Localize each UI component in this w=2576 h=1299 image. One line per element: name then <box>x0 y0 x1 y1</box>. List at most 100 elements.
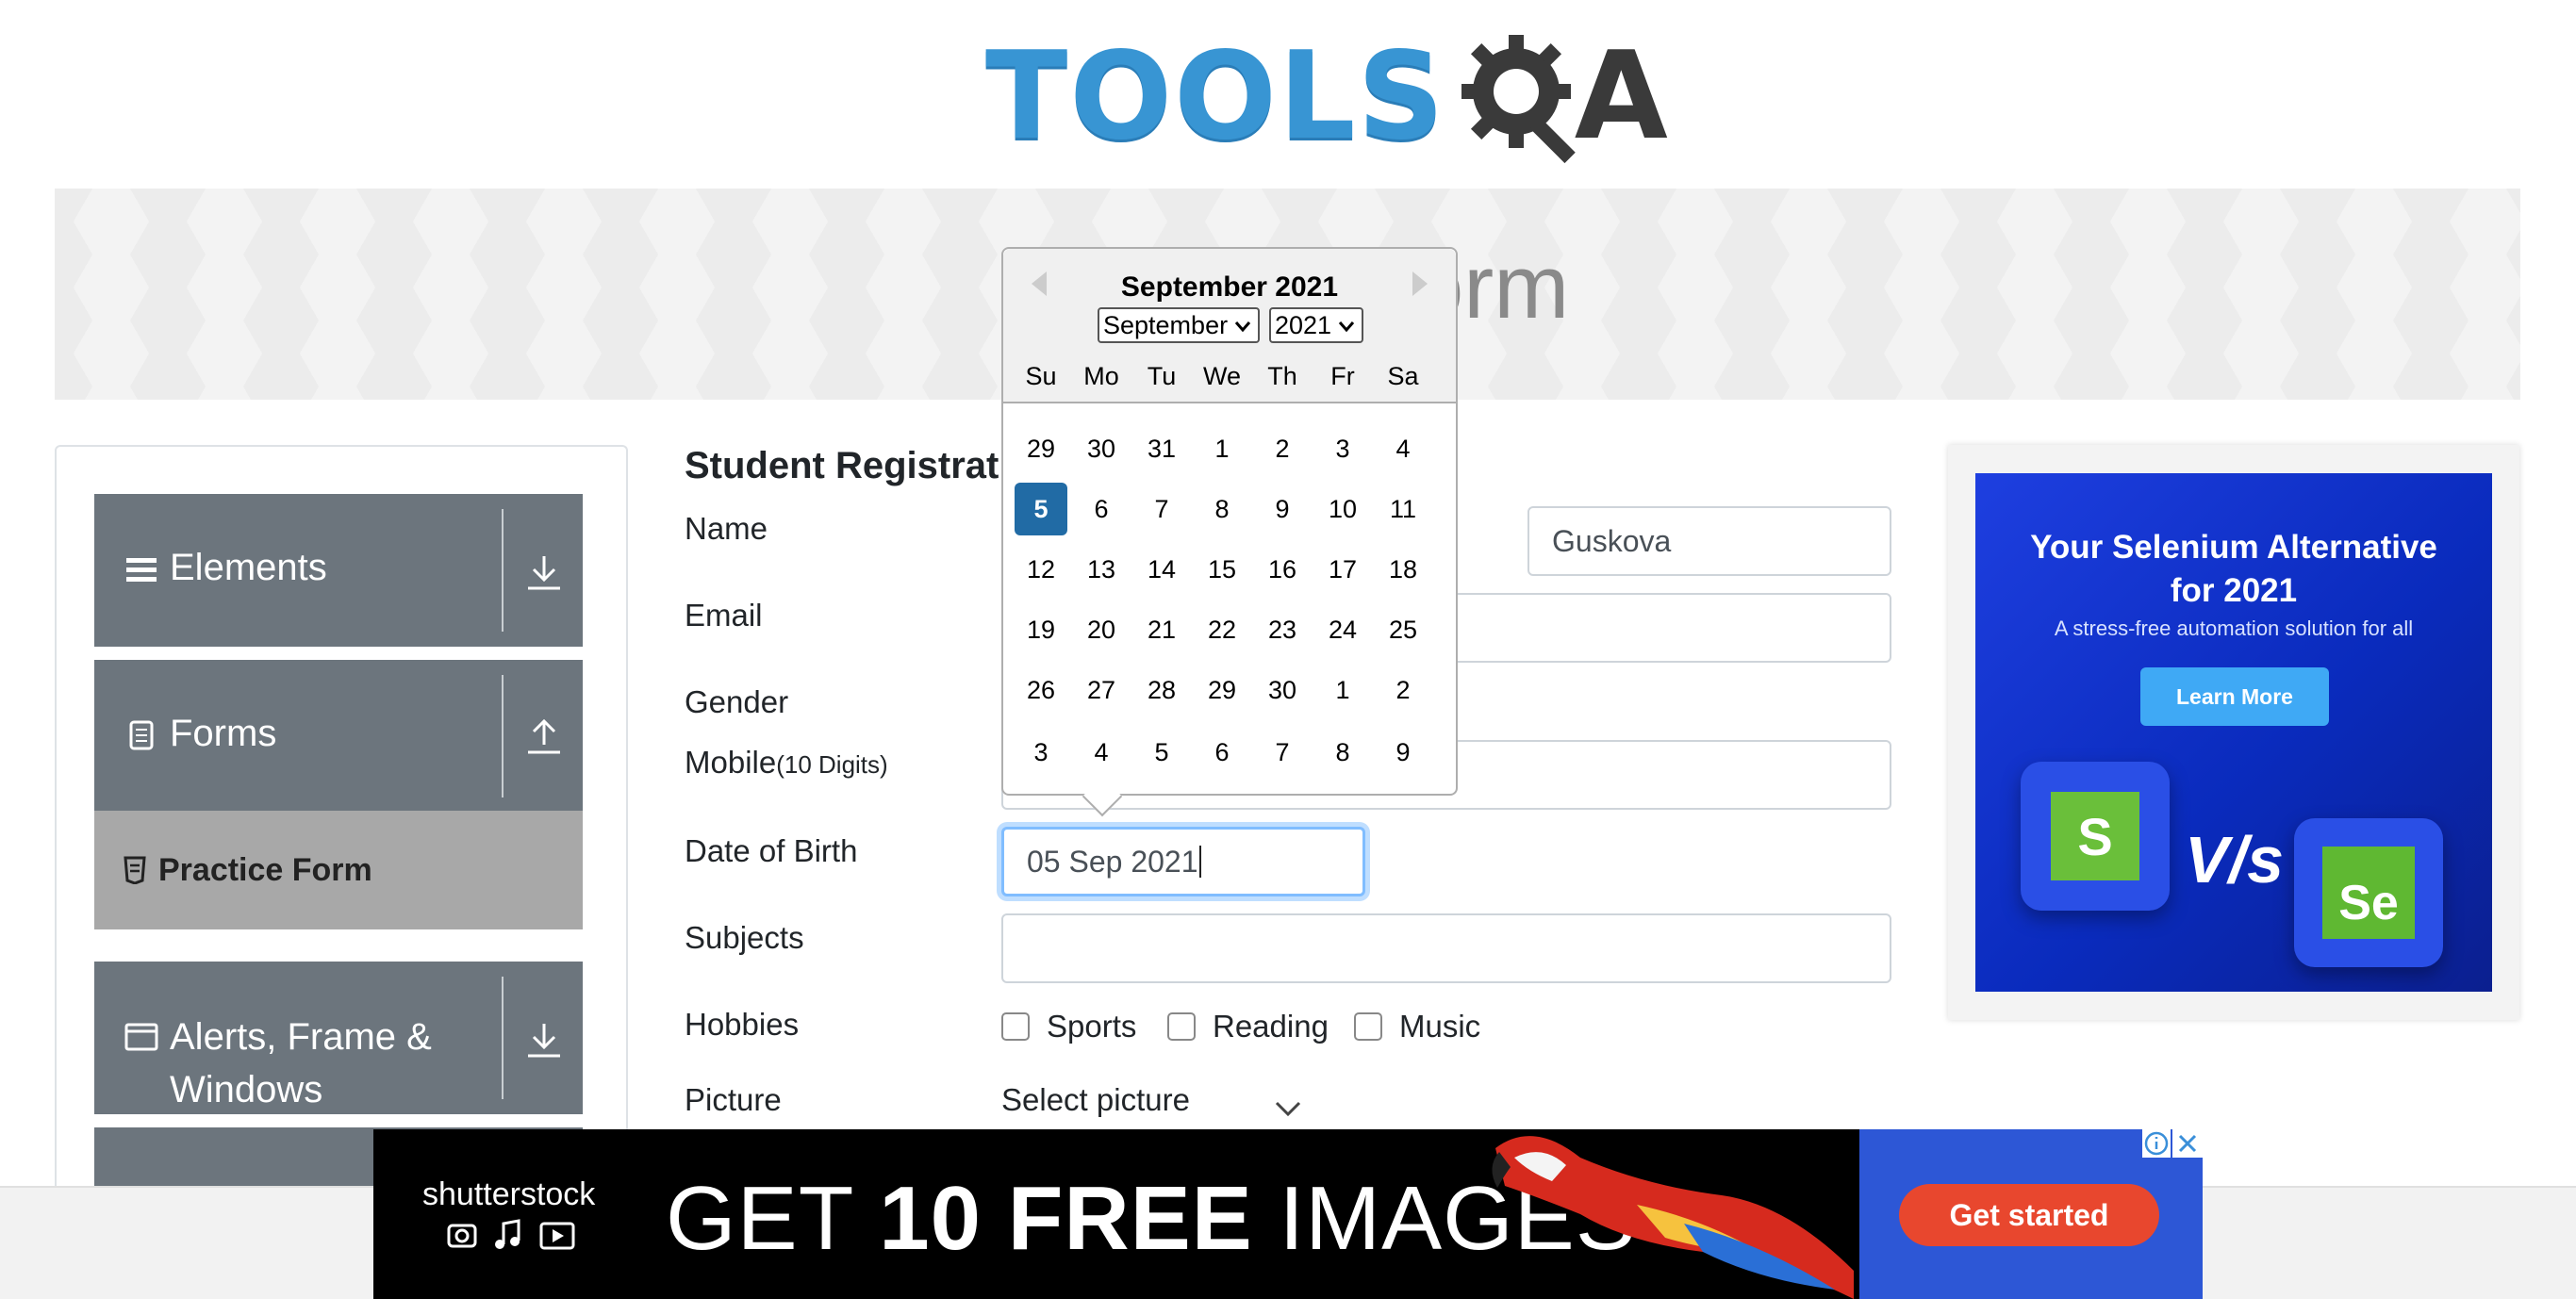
calendar-day[interactable]: 10 <box>1316 483 1369 535</box>
ad-right-tile: Se <box>2294 818 2443 967</box>
date-of-birth-input[interactable]: 05 Sep 2021 <box>1001 827 1365 896</box>
weekday-header: Th <box>1267 362 1297 390</box>
download-icon[interactable] <box>522 551 566 594</box>
calendar-day[interactable]: 20 <box>1075 603 1128 656</box>
calendar-day[interactable]: 16 <box>1256 543 1309 596</box>
last-name-input[interactable]: Guskova <box>1527 506 1891 576</box>
calendar-day[interactable]: 3 <box>1015 726 1067 779</box>
weekday-header: Tu <box>1147 362 1177 390</box>
calendar-day[interactable]: 21 <box>1135 603 1188 656</box>
calendar-day[interactable]: 29 <box>1196 664 1248 716</box>
calendar-day[interactable]: 6 <box>1075 483 1128 535</box>
calendar-day[interactable]: 30 <box>1256 664 1309 716</box>
calendar-day[interactable]: 3 <box>1316 422 1369 475</box>
calendar-day[interactable]: 19 <box>1015 603 1067 656</box>
calendar-day[interactable]: 9 <box>1377 726 1429 779</box>
chevron-down-icon[interactable] <box>1273 1093 1303 1124</box>
sidebar-item-practice-form[interactable]: Practice Form <box>94 811 583 929</box>
shutterstock-logo: shutterstock <box>422 1176 596 1212</box>
hobby-sports-checkbox[interactable]: Sports <box>1001 1009 1136 1044</box>
calendar-day[interactable]: 1 <box>1316 664 1369 716</box>
name-label: Name <box>685 511 768 546</box>
calendar-day[interactable]: 12 <box>1015 543 1067 596</box>
hamburger-icon <box>126 558 157 582</box>
calendar-day[interactable]: 13 <box>1075 543 1128 596</box>
calendar-day[interactable]: 8 <box>1196 483 1248 535</box>
calendar-day[interactable]: 7 <box>1256 726 1309 779</box>
checkbox-box[interactable] <box>1167 1012 1196 1041</box>
select-picture-button[interactable]: Select picture <box>1001 1082 1190 1118</box>
last-name-value: Guskova <box>1552 523 1672 558</box>
hobby-music-checkbox[interactable]: Music <box>1354 1009 1480 1044</box>
calendar-day[interactable]: 7 <box>1135 483 1188 535</box>
calendar-day[interactable]: 4 <box>1377 422 1429 475</box>
checkbox-box[interactable] <box>1001 1012 1030 1041</box>
calendar-day[interactable]: 5 <box>1015 483 1067 535</box>
calendar-day[interactable]: 24 <box>1316 603 1369 656</box>
dob-value: 05 Sep 2021 <box>1027 844 1198 879</box>
ad-close-icon[interactable] <box>2172 1129 2203 1158</box>
hobby-label: Music <box>1399 1009 1481 1044</box>
calendar-day[interactable]: 25 <box>1377 603 1429 656</box>
bottom-ad[interactable]: shutterstock GET 10 FREE IMAGES Get star… <box>373 1129 2203 1299</box>
year-select[interactable]: 2021 <box>1269 307 1363 343</box>
calendar-day[interactable]: 4 <box>1075 726 1128 779</box>
mobile-label-text: Mobile <box>685 745 777 780</box>
weekday-header: Su <box>1025 362 1057 390</box>
calendar-day[interactable]: 11 <box>1377 483 1429 535</box>
checkbox-box[interactable] <box>1354 1012 1382 1041</box>
sidebar-group-elements[interactable]: Elements <box>94 494 583 647</box>
chevron-down-icon <box>1338 321 1355 333</box>
year-select-value: 2021 <box>1275 310 1332 339</box>
calendar-day[interactable]: 17 <box>1316 543 1369 596</box>
right-ad[interactable]: Your Selenium Alternative for 2021 A str… <box>1975 473 2492 992</box>
ad-headline-pre: GET <box>666 1168 880 1269</box>
mobile-label: Mobile(10 Digits) <box>685 745 888 781</box>
month-select-value: September <box>1103 310 1229 339</box>
media-icons <box>447 1219 575 1250</box>
toolsqa-logo[interactable]: TOOLS A <box>985 26 1668 168</box>
calendar-day[interactable]: 14 <box>1135 543 1188 596</box>
text-cursor <box>1198 846 1201 878</box>
chevron-down-icon <box>1234 321 1251 333</box>
subjects-label: Subjects <box>685 920 804 955</box>
calendar-day[interactable]: 22 <box>1196 603 1248 656</box>
calendar-day[interactable]: 5 <box>1135 726 1188 779</box>
learn-more-button[interactable]: Learn More <box>2140 667 2329 726</box>
calendar-day[interactable]: 23 <box>1256 603 1309 656</box>
hobby-reading-checkbox[interactable]: Reading <box>1167 1009 1329 1044</box>
upload-icon[interactable] <box>522 715 566 758</box>
calendar-day[interactable]: 30 <box>1075 422 1128 475</box>
calendar-day[interactable]: 2 <box>1377 664 1429 716</box>
download-icon[interactable] <box>522 1018 566 1061</box>
date-picker-title: September 2021 <box>1120 271 1339 303</box>
calendar-day[interactable]: 18 <box>1377 543 1429 596</box>
month-select[interactable]: September <box>1098 307 1260 343</box>
next-month-icon[interactable] <box>1412 271 1428 296</box>
weekday-header: Fr <box>1330 362 1355 390</box>
date-picker-pointer <box>1082 776 1123 817</box>
calendar-day[interactable]: 9 <box>1256 483 1309 535</box>
mobile-hint: (10 Digits) <box>776 750 888 779</box>
calendar-day[interactable]: 26 <box>1015 664 1067 716</box>
ad-headline-bold: 10 FREE <box>879 1168 1253 1269</box>
calendar-day[interactable]: 8 <box>1316 726 1369 779</box>
sidebar-group-alerts[interactable]: Alerts, Frame & Windows <box>94 962 583 1114</box>
sidebar-group-label: Forms <box>170 713 277 754</box>
sidebar-group-forms[interactable]: Forms <box>94 660 583 813</box>
calendar-day[interactable]: 1 <box>1196 422 1248 475</box>
calendar-day[interactable]: 29 <box>1015 422 1067 475</box>
calendar-day[interactable]: 2 <box>1256 422 1309 475</box>
get-started-button[interactable]: Get started <box>1899 1184 2159 1246</box>
calendar-day[interactable]: 6 <box>1196 726 1248 779</box>
date-picker-popup: September 2021 September 2021 Su Mo Tu We Th… <box>1001 247 1458 817</box>
weekday-header: Sa <box>1387 362 1419 390</box>
ad-info-icon[interactable] <box>2142 1129 2171 1158</box>
subjects-input[interactable] <box>1001 913 1891 983</box>
calendar-day[interactable]: 28 <box>1135 664 1188 716</box>
logo-a-text: A <box>1574 26 1668 167</box>
gender-label: Gender <box>685 684 789 719</box>
calendar-day[interactable]: 15 <box>1196 543 1248 596</box>
calendar-day[interactable]: 31 <box>1135 422 1188 475</box>
calendar-day[interactable]: 27 <box>1075 664 1128 716</box>
